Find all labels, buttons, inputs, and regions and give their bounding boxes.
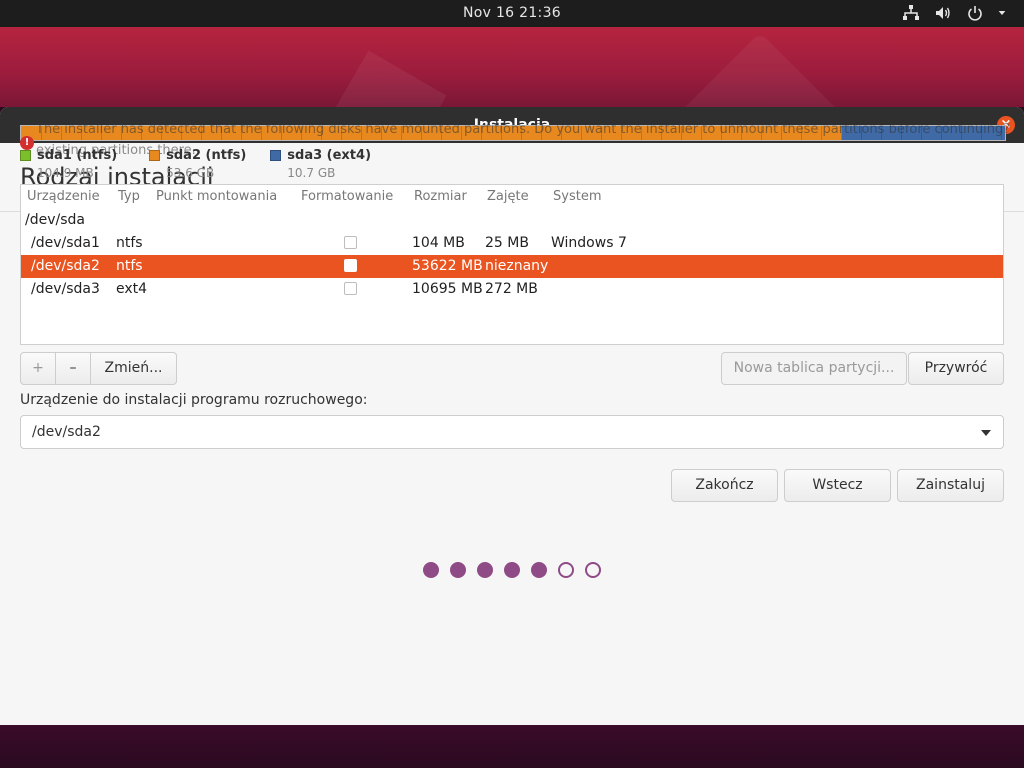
bootloader-label: Urządzenie do instalacji programu rozruc… [20,392,368,408]
format-checkbox[interactable] [344,282,357,295]
column-header-system[interactable]: System [553,189,601,204]
legend-name: sda3 (ext4) [287,148,372,163]
legend-size: 10.7 GB [287,166,336,180]
table-row-device-group[interactable]: /dev/sda [21,209,1003,232]
format-checkbox[interactable] [344,259,357,272]
warning-overlay-text: The installer has detected that the foll… [36,122,1011,137]
format-checkbox[interactable] [344,236,357,249]
cell-used: nieznany [485,258,549,274]
table-header: Urządzenie Typ Punkt montowania Formatow… [21,185,1003,209]
cell-device: /dev/sda2 [31,258,100,274]
quit-button[interactable]: Zakończ [671,469,778,502]
device-group-label: /dev/sda [25,212,85,228]
column-header-format[interactable]: Formatowanie [301,189,393,204]
bootloader-device-select[interactable]: /dev/sda2 [20,415,1004,449]
legend-swatch [270,150,282,161]
cell-type: ntfs [116,235,143,251]
cell-size: 104 MB [412,235,465,251]
table-row[interactable]: /dev/sda1 ntfs 104 MB 25 MB Windows 7 [21,232,1003,255]
system-tray[interactable] [902,4,1010,22]
legend-item-sda1: sda1 (ntfs) 104.9 MB [20,148,117,180]
legend-swatch [20,150,31,161]
cell-device: /dev/sda3 [31,281,100,297]
progress-dot-pending [585,562,601,578]
revert-button[interactable]: Przywróć [908,352,1004,385]
table-row[interactable]: /dev/sda3 ext4 10695 MB 272 MB [21,278,1003,301]
cell-device: /dev/sda1 [31,235,100,251]
legend-swatch [149,150,161,161]
progress-dot-complete [531,562,547,578]
progress-indicator [0,562,1024,578]
partition-table[interactable]: Urządzenie Typ Punkt montowania Formatow… [20,184,1004,345]
desktop-background-bottom [0,725,1024,768]
column-header-size[interactable]: Rozmiar [414,189,467,204]
table-row-selected[interactable]: /dev/sda2 ntfs 53622 MB nieznany [21,255,1003,278]
cell-used: 272 MB [485,281,538,297]
column-header-mount[interactable]: Punkt montowania [156,189,277,204]
legend-item-sda2: sda2 (ntfs) 53.6 GB [149,148,246,180]
partition-toolbar: + – Zmień... [20,352,177,385]
partition-legend: sda1 (ntfs) 104.9 MB sda2 (ntfs) 53.6 GB… [20,148,371,180]
remove-partition-button[interactable]: – [56,352,91,385]
clock[interactable]: Nov 16 21:36 [0,5,1024,21]
desktop-background [0,27,1024,107]
legend-name: sda2 (ntfs) [166,148,247,163]
column-header-used[interactable]: Zajęte [487,189,529,204]
progress-dot-complete [423,562,439,578]
bootloader-device-value: /dev/sda2 [32,424,101,440]
legend-item-sda3: sda3 (ext4) 10.7 GB [270,148,371,180]
cell-type: ext4 [116,281,148,297]
legend-size: 104.9 MB [37,166,94,180]
cell-used: 25 MB [485,235,529,251]
legend-name: sda1 (ntfs) [37,148,118,163]
column-header-type[interactable]: Typ [118,189,140,204]
cell-type: ntfs [116,258,143,274]
network-icon[interactable] [902,4,920,22]
menu-arrow-icon[interactable] [998,4,1010,22]
new-partition-table-button[interactable]: Nowa tablica partycji... [721,352,907,385]
install-button[interactable]: Zainstaluj [897,469,1004,502]
volume-icon[interactable] [934,4,952,22]
cell-system: Windows 7 [551,235,627,251]
progress-dot-complete [450,562,466,578]
cell-size: 53622 MB [412,258,483,274]
cell-size: 10695 MB [412,281,483,297]
progress-dot-pending [558,562,574,578]
column-header-device[interactable]: Urządzenie [27,189,100,204]
chevron-down-icon [981,430,991,436]
progress-dot-complete [504,562,520,578]
change-partition-button[interactable]: Zmień... [91,352,177,385]
wallpaper-shape [675,32,845,107]
add-partition-button[interactable]: + [20,352,56,385]
top-bar: Nov 16 21:36 [0,0,1024,27]
wallpaper-shape [323,50,447,107]
progress-dot-complete [477,562,493,578]
back-button[interactable]: Wstecz [784,469,891,502]
power-icon[interactable] [966,4,984,22]
legend-size: 53.6 GB [166,166,215,180]
